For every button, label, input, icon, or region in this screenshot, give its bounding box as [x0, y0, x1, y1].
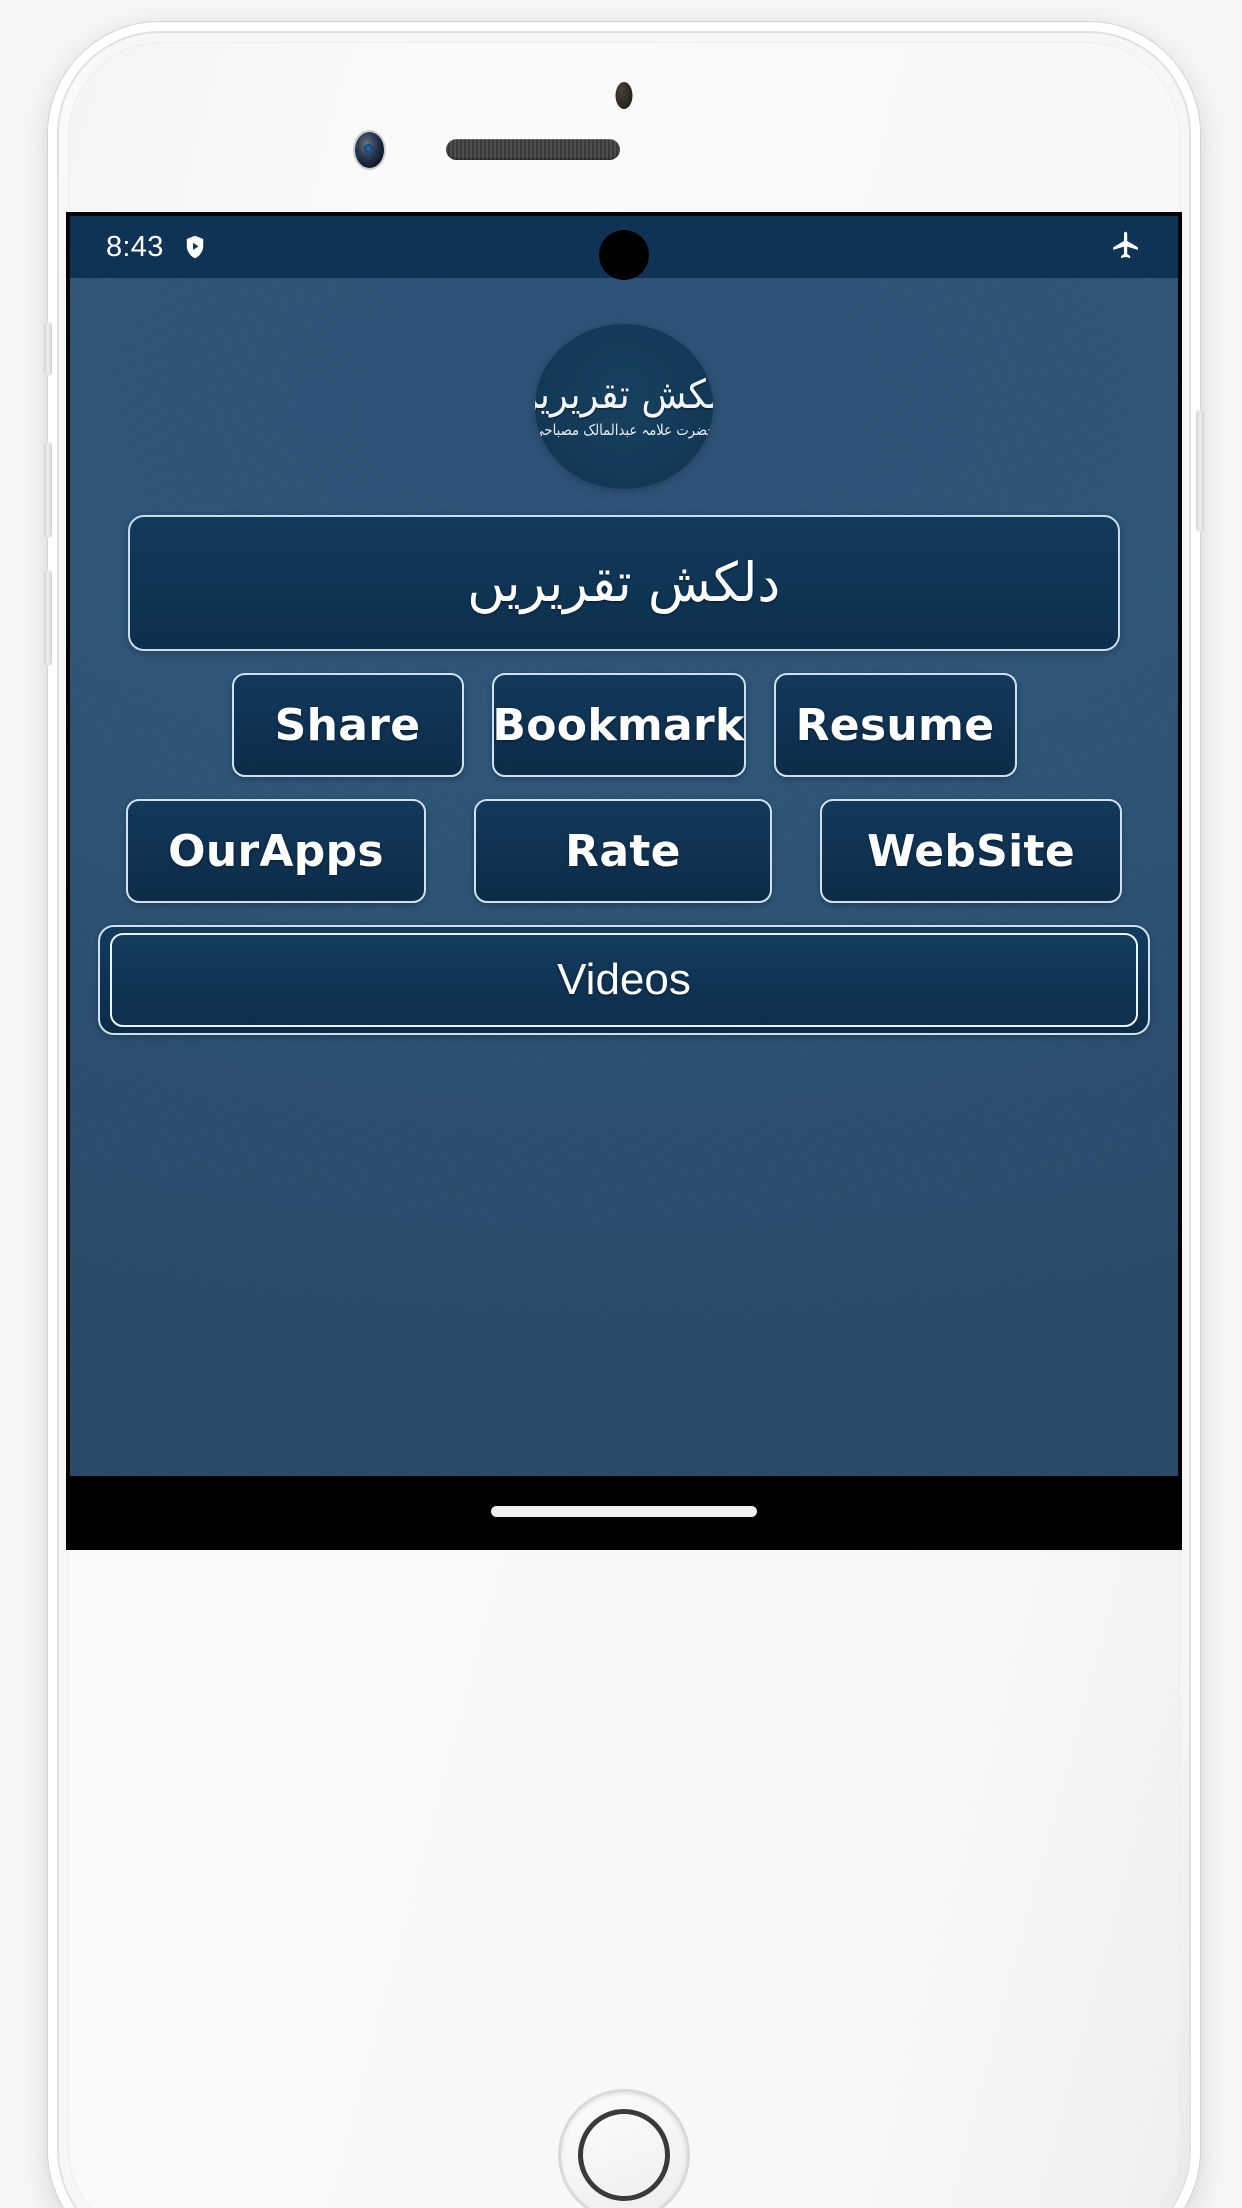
logo-container: دلکش تقریریں حضرت علامہ عبدالمالک مصباحی: [70, 278, 1178, 489]
volume-down-button[interactable]: [44, 570, 52, 666]
power-button[interactable]: [1196, 410, 1204, 532]
logo-subtitle-text: حضرت علامہ عبدالمالک مصباحی: [535, 421, 713, 439]
app-logo: دلکش تقریریں حضرت علامہ عبدالمالک مصباحی: [535, 324, 713, 489]
system-navigation-bar: [70, 1476, 1178, 1546]
home-button-ring: [578, 2109, 670, 2201]
logo-title-text: دلکش تقریریں: [535, 372, 713, 418]
resume-button[interactable]: Resume: [773, 673, 1017, 777]
camera-punch-hole: [599, 230, 649, 280]
status-bar-clock: 8:43: [106, 230, 164, 263]
videos-button-container: Videos: [98, 925, 1150, 1035]
title-banner: دلکش تقریریں: [128, 515, 1120, 651]
screen-bezel: 8:43 دلکش تقریریں: [66, 212, 1182, 1550]
button-row-primary: Share Bookmark Resume: [70, 673, 1178, 777]
gesture-home-pill[interactable]: [491, 1505, 757, 1517]
proximity-sensor-icon: [615, 82, 633, 109]
website-button[interactable]: WebSite: [820, 799, 1122, 903]
front-camera-icon: [355, 132, 384, 168]
airplane-mode-icon: [1113, 231, 1138, 259]
screenshot-canvas: 8:43 دلکش تقریریں: [0, 0, 1242, 2208]
home-button[interactable]: [561, 2092, 687, 2208]
app-main-content: دلکش تقریریں حضرت علامہ عبدالمالک مصباحی…: [70, 278, 1178, 1476]
bookmark-button[interactable]: Bookmark: [491, 673, 746, 777]
title-banner-text: دلکش تقریریں: [467, 551, 781, 615]
videos-button[interactable]: Videos: [110, 933, 1138, 1027]
shield-play-icon: [186, 235, 203, 259]
share-button[interactable]: Share: [231, 673, 464, 777]
rate-button[interactable]: Rate: [474, 799, 772, 903]
phone-screen: 8:43 دلکش تقریریں: [70, 216, 1178, 1546]
button-row-secondary: OurApps Rate WebSite: [70, 799, 1178, 903]
ourapps-button[interactable]: OurApps: [126, 799, 426, 903]
volume-up-button[interactable]: [44, 442, 52, 538]
phone-device-frame: 8:43 دلکش تقریریں: [44, 22, 1204, 2208]
earpiece-speaker-icon: [446, 139, 620, 160]
silent-switch-button[interactable]: [44, 322, 52, 376]
